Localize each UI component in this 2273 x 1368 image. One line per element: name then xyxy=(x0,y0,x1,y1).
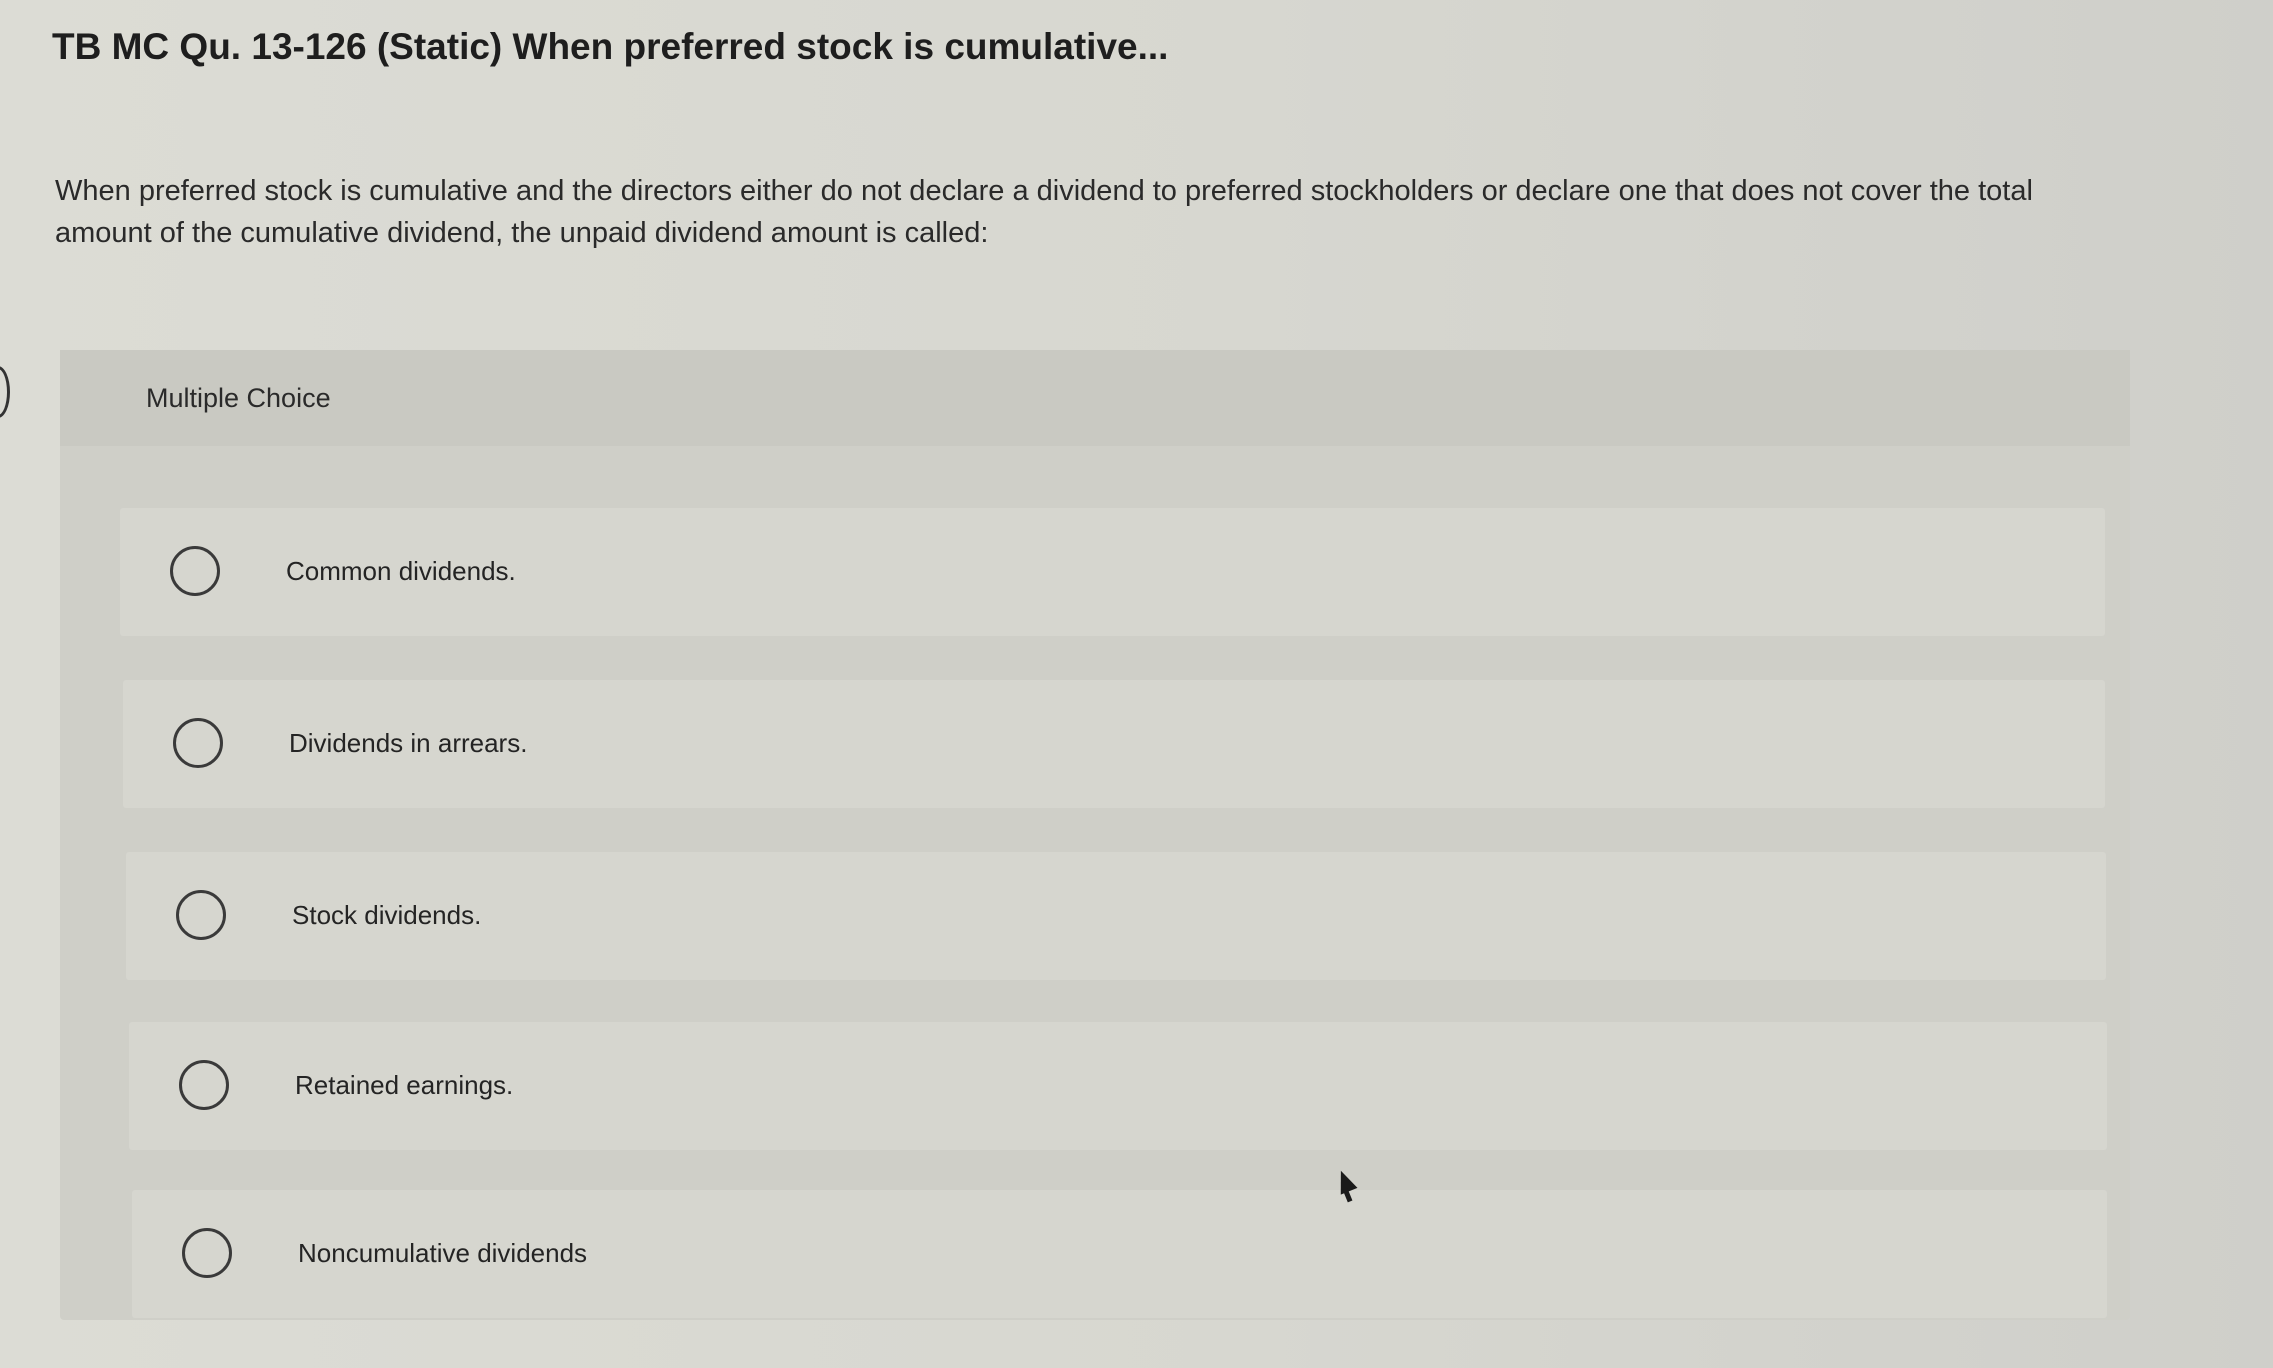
option-dividends-in-arrears[interactable]: Dividends in arrears. xyxy=(123,680,2105,808)
left-edge-indicator xyxy=(0,366,10,418)
radio-button-icon[interactable] xyxy=(176,890,226,940)
radio-button-icon[interactable] xyxy=(182,1228,232,1278)
multiple-choice-header: Multiple Choice xyxy=(60,350,2130,446)
radio-button-icon[interactable] xyxy=(173,718,223,768)
option-label: Stock dividends. xyxy=(292,900,482,930)
page-title: TB MC Qu. 13-126 (Static) When preferred… xyxy=(52,26,1169,67)
option-label: Noncumulative dividends xyxy=(298,1238,588,1268)
radio-button-icon[interactable] xyxy=(170,546,220,596)
option-retained-earnings[interactable]: Retained earnings. xyxy=(129,1022,2107,1150)
option-stock-dividends[interactable]: Stock dividends. xyxy=(126,852,2106,980)
multiple-choice-panel: Multiple Choice Common dividends. Divide… xyxy=(60,350,2130,1320)
multiple-choice-label: Multiple Choice xyxy=(146,383,331,413)
radio-button-icon[interactable] xyxy=(179,1060,229,1110)
option-noncumulative-dividends[interactable]: Noncumulative dividends xyxy=(132,1190,2107,1318)
question-text: When preferred stock is cumulative and t… xyxy=(55,175,2033,249)
option-common-dividends[interactable]: Common dividends. xyxy=(120,508,2105,636)
option-label: Retained earnings. xyxy=(295,1070,514,1100)
option-label: Dividends in arrears. xyxy=(289,728,528,758)
option-label: Common dividends. xyxy=(286,556,516,586)
